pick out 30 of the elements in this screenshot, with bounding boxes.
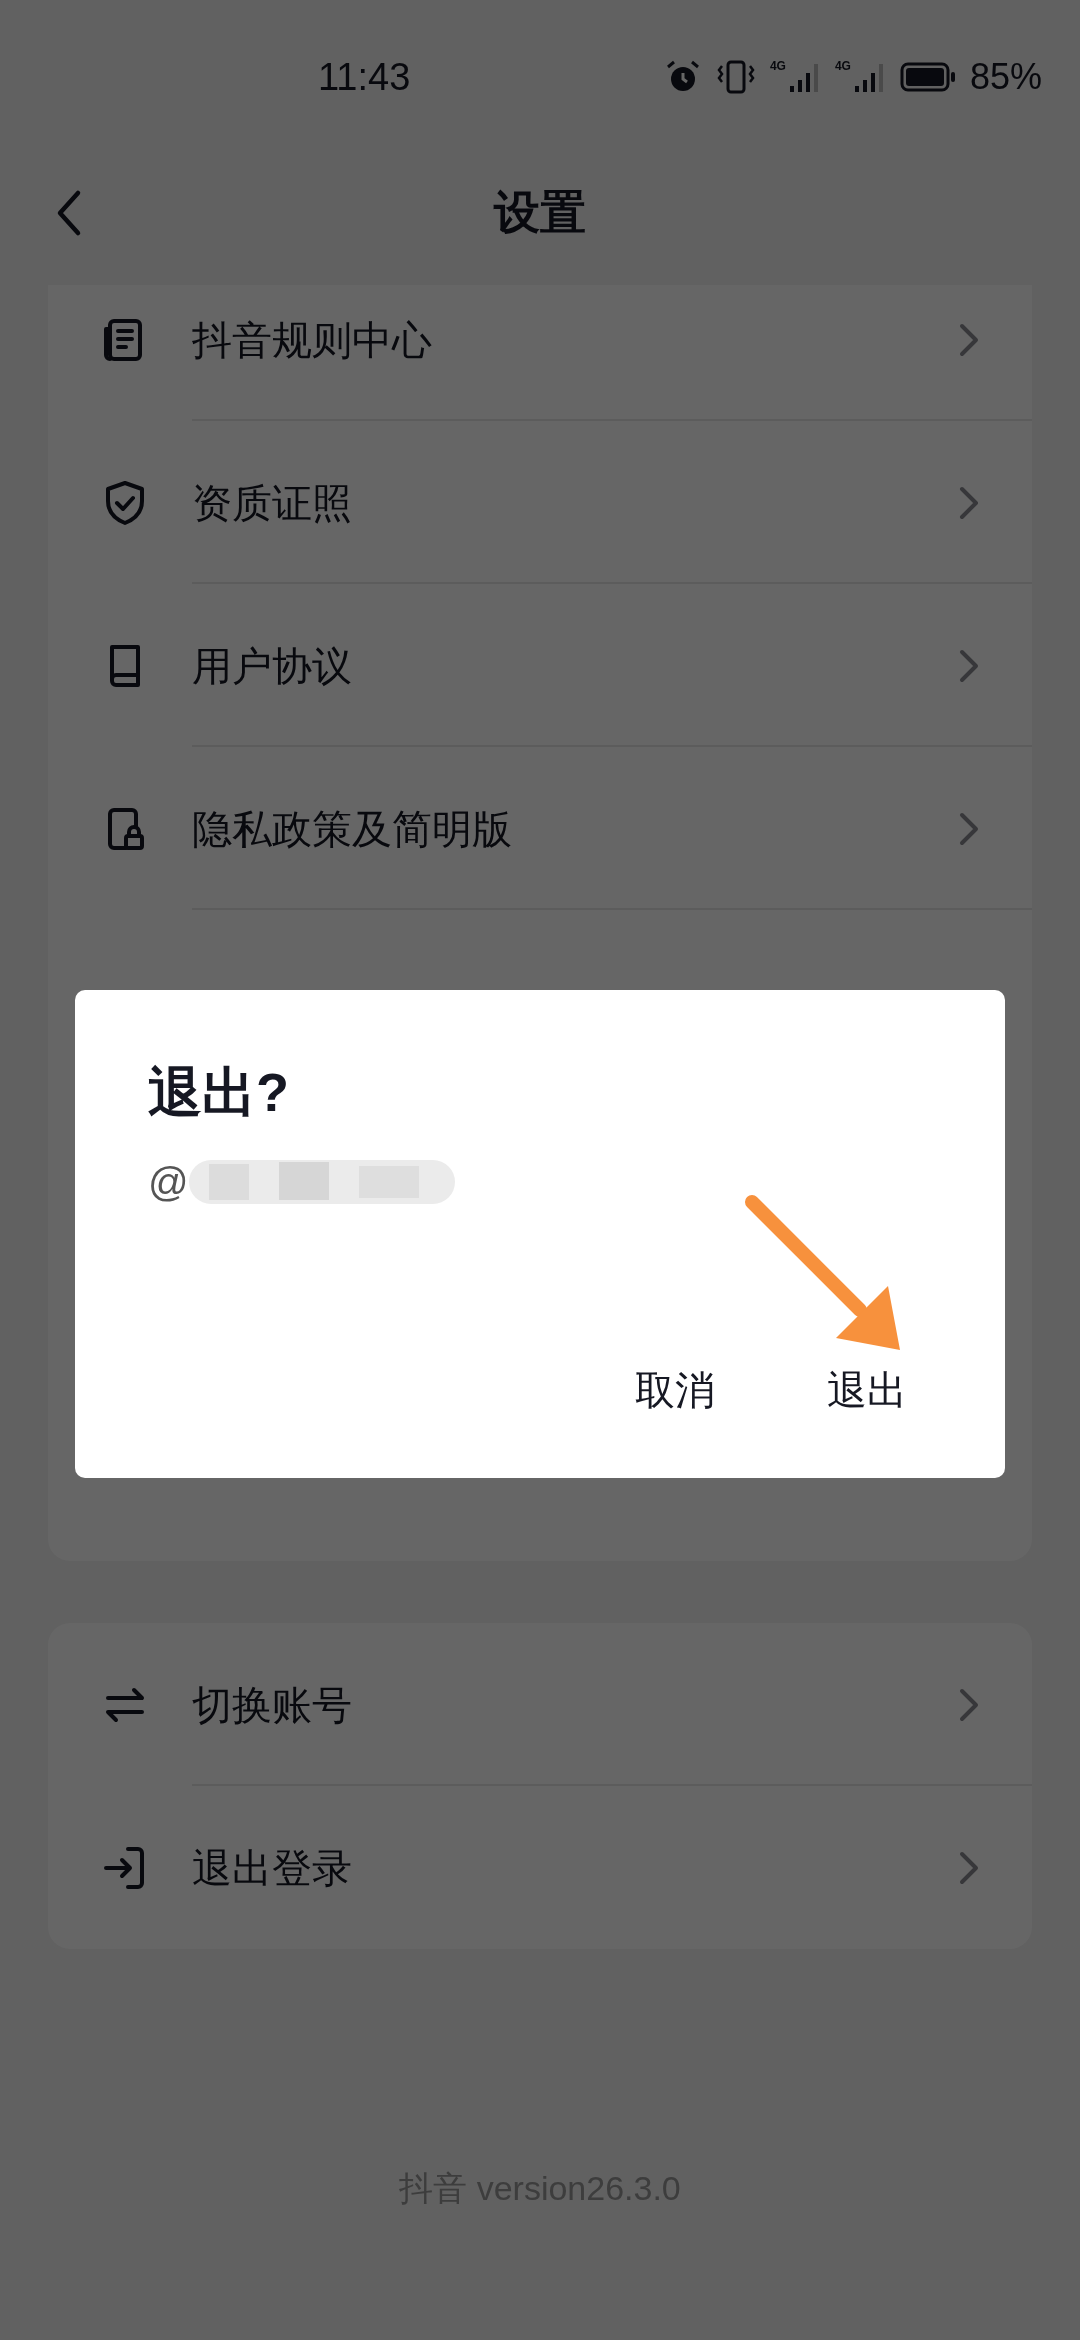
status-time: 11:43 [318, 54, 411, 100]
chevron-icon [958, 647, 980, 684]
network-label: 4G [834, 60, 851, 72]
chevron-icon [958, 484, 980, 521]
network-label: 4G [769, 60, 786, 72]
back-icon[interactable] [56, 188, 82, 237]
row-label: 抖音规则中心 [192, 316, 432, 364]
chevron-icon [958, 1849, 980, 1886]
row-label: 切换账号 [192, 1681, 352, 1729]
dialog-title: 退出? [148, 1061, 289, 1124]
page-title: 设置 [494, 185, 586, 240]
account-handle: @ [148, 1159, 189, 1206]
settings-row[interactable]: 退出登录 [48, 1786, 1032, 1949]
row-label: 用户协议 [192, 642, 352, 690]
row-label: 退出登录 [192, 1844, 352, 1892]
chevron-icon [958, 1686, 980, 1723]
settings-row[interactable]: 抖音规则中心 [48, 285, 1032, 421]
settings-row[interactable]: 用户协议 [48, 584, 1032, 747]
chevron-icon [958, 810, 980, 847]
chevron-icon [958, 321, 980, 358]
row-label: 隐私政策及简明版 [192, 805, 512, 853]
dialog-button[interactable]: 取消 [615, 1356, 735, 1424]
battery-percent: 85% [969, 55, 1042, 99]
vibrate-icon [715, 58, 756, 96]
settings-row[interactable]: 隐私政策及简明版 [48, 747, 1032, 910]
dialog-button[interactable]: 退出 [807, 1356, 927, 1424]
settings-row[interactable]: 切换账号 [48, 1623, 1032, 1786]
row-label: 资质证照 [192, 479, 352, 527]
settings-row[interactable]: 资质证照 [48, 421, 1032, 584]
battery-icon [899, 61, 956, 93]
